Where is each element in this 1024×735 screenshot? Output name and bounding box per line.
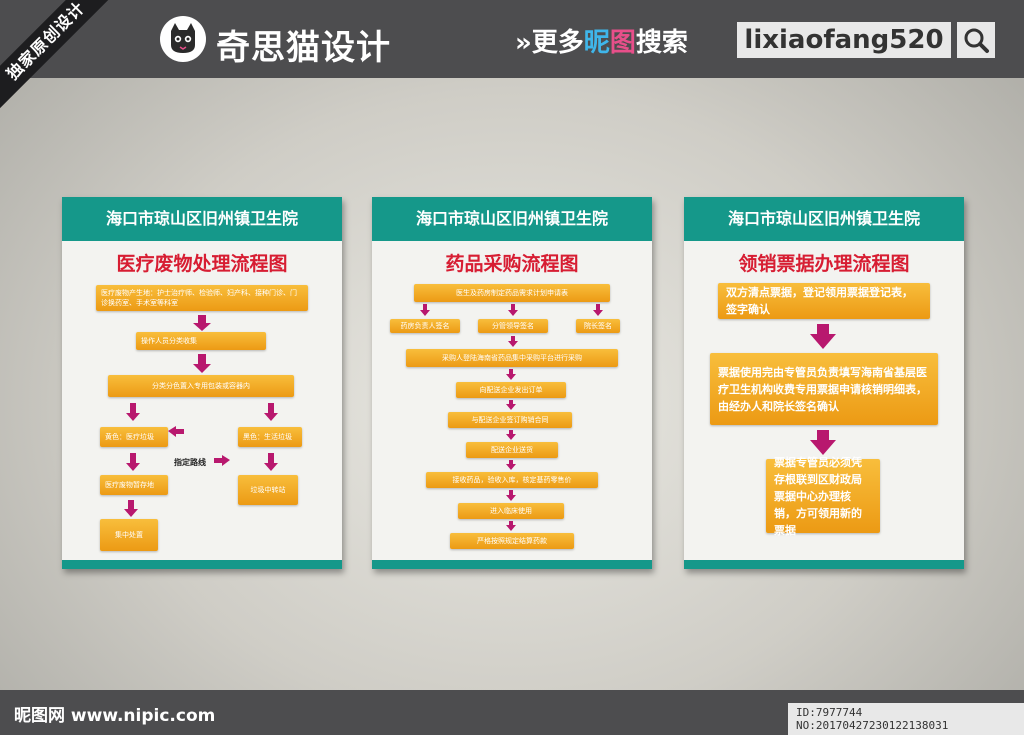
flow-arrows xyxy=(420,304,603,531)
drug-purchase-panel: 海口市琼山区旧州镇卫生院 药品采购流程图 医生及药房制定药品需求计划申请表 药房… xyxy=(372,197,652,569)
search-icon[interactable] xyxy=(957,22,995,58)
logo-text: 奇思猫设计 xyxy=(216,28,391,68)
top-banner: 独家原创设计 奇思猫设计 »更多昵图搜索 lixiaofang520 xyxy=(0,0,1024,109)
panel-footer-bar xyxy=(684,560,964,569)
more-hl1: 昵 xyxy=(583,28,610,58)
exclusive-ribbon: 独家原创设计 xyxy=(0,0,114,109)
panel-footer-bar xyxy=(372,560,652,569)
ticket-flow-panel: 海口市琼山区旧州镇卫生院 领销票据办理流程图 双方清点票据，登记领用票据登记表，… xyxy=(684,197,964,569)
panel-footer-bar xyxy=(62,560,342,569)
more-suffix: 搜索 xyxy=(635,28,688,58)
more-hl2: 图 xyxy=(609,28,636,58)
flow-arrows xyxy=(810,324,836,455)
more-search-label: »更多昵图搜索 xyxy=(515,22,688,59)
waste-flow-panel: 海口市琼山区旧州镇卫生院 医疗废物处理流程图 医疗废物产生地：护士治疗师、检验师… xyxy=(62,197,342,569)
image-id-label: ID:7977744 NO:20170427230122138031 xyxy=(788,703,1024,735)
search-input[interactable]: lixiaofang520 xyxy=(737,22,951,58)
site-link[interactable]: 昵图网 www.nipic.com xyxy=(14,701,215,726)
flow-arrows xyxy=(124,315,278,517)
more-prefix: »更多 xyxy=(515,28,584,58)
cat-logo-icon xyxy=(160,16,206,62)
bottom-bar: 昵图网 www.nipic.com ID:7977744 NO:20170427… xyxy=(0,690,1024,735)
